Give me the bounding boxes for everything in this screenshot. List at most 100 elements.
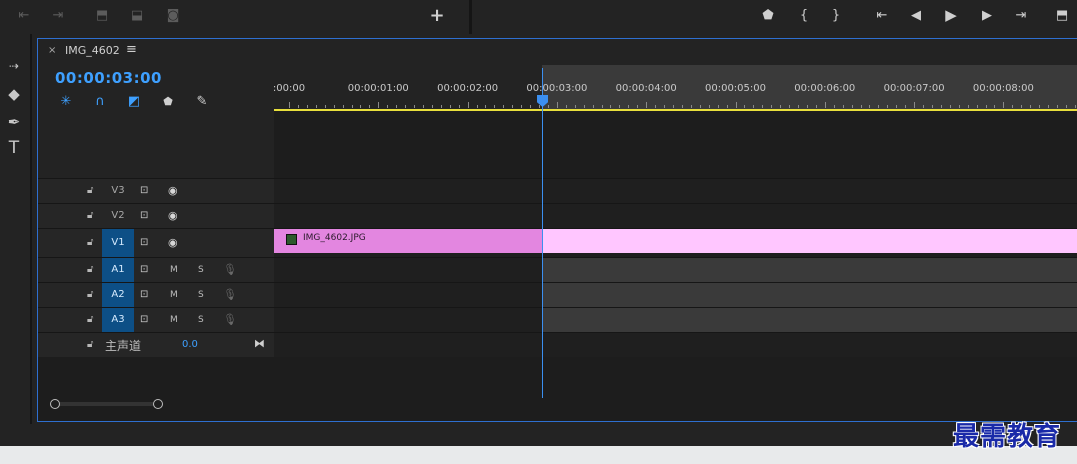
timeline-tab[interactable]: × IMG_4602 ≡ xyxy=(38,39,1077,65)
lock-icon[interactable]: 🔓︎ xyxy=(87,314,93,325)
sync-lock-icon[interactable]: ⊡ xyxy=(140,210,148,221)
lock-icon[interactable]: 🔓︎ xyxy=(87,289,93,300)
solo-button[interactable]: S xyxy=(198,265,204,275)
ruler-tick xyxy=(467,102,469,108)
playhead-line[interactable] xyxy=(542,68,543,398)
track-name[interactable]: V1 xyxy=(102,229,134,257)
status-strip xyxy=(0,424,1077,446)
track-name[interactable]: V3 xyxy=(102,179,134,203)
ruler-tick xyxy=(655,105,657,108)
eye-icon[interactable]: ◉ xyxy=(168,184,178,197)
ruler-tick xyxy=(1030,105,1032,108)
ruler-tick xyxy=(914,102,916,108)
add-marker-icon[interactable]: ⬟ xyxy=(159,93,177,109)
mute-button[interactable]: M xyxy=(170,265,178,275)
track-header-v1[interactable]: 🔓︎ V1 ⊡ ◉ xyxy=(38,228,274,257)
go-to-start-icon[interactable]: ⧓ xyxy=(254,337,265,350)
marker-icon[interactable]: ⬟ xyxy=(758,6,778,24)
lock-icon[interactable]: 🔓︎ xyxy=(87,210,93,221)
clip-tail[interactable] xyxy=(542,229,1077,253)
solo-button[interactable]: S xyxy=(198,315,204,325)
mute-button[interactable]: M xyxy=(170,290,178,300)
track-name[interactable]: V2 xyxy=(102,204,134,228)
scrollbar-right-handle[interactable] xyxy=(153,399,163,409)
wrench-icon[interactable]: ✎ xyxy=(193,93,211,109)
pen-icon[interactable]: ✒ xyxy=(3,112,25,132)
sync-lock-icon[interactable]: ⊡ xyxy=(140,264,148,275)
export-frame-icon[interactable]: ◙ xyxy=(163,6,183,24)
ruler-tick xyxy=(949,105,951,108)
snap-icon[interactable]: ∩ xyxy=(91,93,109,109)
type-icon[interactable]: T xyxy=(3,138,25,158)
eye-icon[interactable]: ◉ xyxy=(168,209,178,222)
linked-selection-icon[interactable]: ◩ xyxy=(125,93,143,109)
work-area-bar[interactable] xyxy=(274,109,1077,111)
nest-icon[interactable]: ✳ xyxy=(57,93,75,109)
sync-lock-icon[interactable]: ⊡ xyxy=(140,314,148,325)
mark-out-icon[interactable]: } xyxy=(826,6,846,24)
insert-icon[interactable]: ⬒ xyxy=(1052,6,1072,24)
track-name[interactable]: A3 xyxy=(102,308,134,332)
ruler-tick xyxy=(1039,105,1041,108)
step-forward-icon[interactable]: ▶ xyxy=(977,6,997,24)
close-icon[interactable]: × xyxy=(48,45,56,56)
sync-lock-icon[interactable]: ⊡ xyxy=(140,237,148,248)
track-header-v3[interactable]: 🔓︎ V3 ⊡ ◉ xyxy=(38,178,274,203)
lane-master[interactable] xyxy=(274,332,1077,357)
lock-icon[interactable]: 🔓︎ xyxy=(87,339,93,350)
ruler-tick xyxy=(556,102,558,108)
track-name[interactable]: A1 xyxy=(102,258,134,282)
solo-button[interactable]: S xyxy=(198,290,204,300)
razor-icon[interactable]: ◆ xyxy=(3,84,25,104)
ruler-tick xyxy=(994,105,996,108)
clip-selected[interactable]: IMG_4602.JPG xyxy=(274,229,542,253)
ruler-tick xyxy=(458,105,460,108)
lane-v3[interactable] xyxy=(274,178,1077,203)
track-header-a2[interactable]: 🔓︎ A2 ⊡ M S 🎙︎ xyxy=(38,282,274,307)
track-name[interactable]: A2 xyxy=(102,283,134,307)
mic-icon[interactable]: 🎙︎ xyxy=(223,263,237,276)
track-header-v2[interactable]: 🔓︎ V2 ⊡ ◉ xyxy=(38,203,274,228)
ruler-label: 00:00:07:00 xyxy=(883,83,945,94)
lock-icon[interactable]: 🔓︎ xyxy=(87,237,93,248)
ruler-tick xyxy=(976,105,978,108)
step-back-icon[interactable]: ◀ xyxy=(906,6,926,24)
mic-icon[interactable]: 🎙︎ xyxy=(223,288,237,301)
go-to-out-icon[interactable]: ⇥ xyxy=(1011,6,1031,24)
lane-a2[interactable] xyxy=(274,282,1077,307)
master-volume-value[interactable]: 0.0 xyxy=(182,339,198,350)
sequence-title[interactable]: IMG_4602 xyxy=(65,44,120,57)
playhead-timecode[interactable]: 00:00:03:00 xyxy=(55,69,162,87)
mic-icon[interactable]: 🎙︎ xyxy=(223,313,237,326)
sync-lock-icon[interactable]: ⊡ xyxy=(140,289,148,300)
panel-menu-icon[interactable]: ≡ xyxy=(126,42,137,57)
lock-icon[interactable]: 🔓︎ xyxy=(87,264,93,275)
mute-button[interactable]: M xyxy=(170,315,178,325)
eye-icon[interactable]: ◉ xyxy=(168,236,178,249)
scrollbar-track[interactable] xyxy=(54,402,154,406)
ruler-tick xyxy=(494,105,496,108)
track-header-a3[interactable]: 🔓︎ A3 ⊡ M S 🎙︎ xyxy=(38,307,274,332)
ruler-tick xyxy=(530,105,532,108)
track-select-icon[interactable]: ⇢ xyxy=(3,56,25,76)
track-header-master[interactable]: 🔓︎ 主声道 0.0 ⧓ xyxy=(38,332,274,357)
ruler-label: 00:00:02:00 xyxy=(437,83,499,94)
time-ruler[interactable]: :00:00 00:00:01:00 00:00:02:00 00:00:03:00 0… xyxy=(274,65,1077,111)
lane-a1[interactable] xyxy=(274,257,1077,282)
lock-icon[interactable]: 🔓︎ xyxy=(87,185,93,196)
zoom-scrollbar[interactable] xyxy=(48,398,163,410)
lift-icon[interactable]: ⬒ xyxy=(92,6,112,24)
add-button[interactable]: + xyxy=(427,5,447,26)
go-to-out-icon[interactable]: ⇥ xyxy=(48,6,68,24)
lane-v2[interactable] xyxy=(274,203,1077,228)
go-to-in-icon[interactable]: ⇤ xyxy=(14,6,34,24)
lane-v1[interactable]: IMG_4602.JPG xyxy=(274,228,1077,257)
go-to-in-icon[interactable]: ⇤ xyxy=(872,6,892,24)
sync-lock-icon[interactable]: ⊡ xyxy=(140,185,148,196)
lane-a3[interactable] xyxy=(274,307,1077,332)
scrollbar-left-handle[interactable] xyxy=(50,399,60,409)
mark-in-icon[interactable]: { xyxy=(794,6,814,24)
play-icon[interactable]: ▶ xyxy=(941,6,961,24)
extract-icon[interactable]: ⬓ xyxy=(127,6,147,24)
track-header-a1[interactable]: 🔓︎ A1 ⊡ M S 🎙︎ xyxy=(38,257,274,282)
